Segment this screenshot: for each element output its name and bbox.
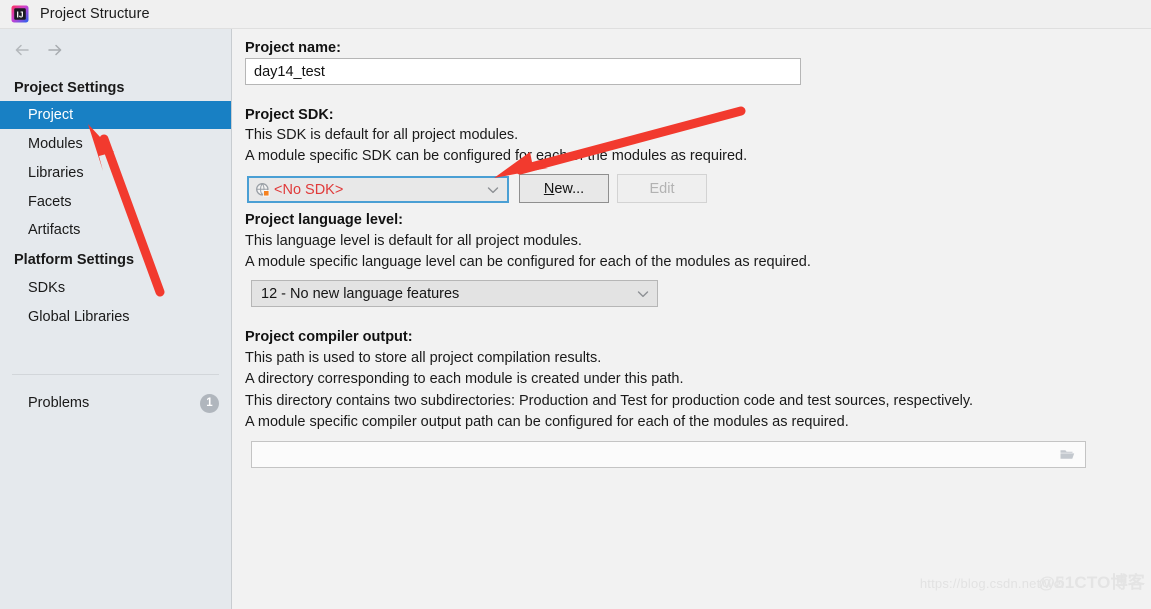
watermark: https://blog.csdn.net/wei@51CTO博客 (920, 568, 1145, 593)
chevron-down-icon[interactable] (485, 182, 501, 198)
compiler-output-desc-line4: A module specific compiler output path c… (245, 414, 849, 430)
sidebar-item-label: Project (28, 107, 74, 123)
project-structure-window: IJ Project Structure Project Settings Pr… (0, 0, 1151, 609)
new-sdk-button-label: New... (544, 181, 584, 197)
edit-sdk-button[interactable]: Edit (617, 174, 707, 203)
chevron-down-icon[interactable] (635, 286, 651, 302)
language-level-desc-line1: This language level is default for all p… (245, 233, 582, 249)
project-sdk-label: Project SDK: (245, 107, 334, 123)
language-level-label: Project language level: (245, 212, 403, 228)
edit-sdk-button-label: Edit (649, 180, 675, 197)
settings-sidebar: Project Settings Project Modules Librari… (0, 29, 232, 609)
sidebar-item-label: SDKs (28, 280, 66, 296)
compiler-output-desc-line2: A directory corresponding to each module… (245, 371, 684, 387)
sidebar-separator (12, 374, 219, 375)
sidebar-item-label: Artifacts (28, 222, 81, 238)
sidebar-item-global-libraries[interactable]: Global Libraries (0, 303, 231, 331)
folder-open-icon[interactable] (1059, 446, 1076, 463)
compiler-output-path-input[interactable] (251, 441, 1086, 468)
problems-label: Problems (28, 395, 90, 411)
sidebar-item-project[interactable]: Project (0, 101, 231, 129)
problems-count-badge: 1 (200, 393, 219, 413)
language-level-dropdown[interactable]: 12 - No new language features (251, 280, 658, 307)
language-level-selected-value: 12 - No new language features (261, 285, 460, 302)
compiler-output-label: Project compiler output: (245, 329, 413, 345)
project-name-label: Project name: (245, 40, 341, 56)
arrow-left-icon[interactable] (12, 40, 32, 60)
language-level-desc-line2: A module specific language level can be … (245, 254, 811, 270)
sidebar-item-facets[interactable]: Facets (0, 188, 231, 216)
compiler-output-desc-line3: This directory contains two subdirectori… (245, 393, 974, 409)
sidebar-item-label: Libraries (28, 165, 84, 181)
sidebar-item-problems[interactable]: Problems 1 (0, 389, 231, 417)
intellij-idea-logo-icon: IJ (11, 5, 29, 23)
sidebar-item-label: Facets (28, 194, 72, 210)
sidebar-item-artifacts[interactable]: Artifacts (0, 216, 231, 244)
title-bar: IJ Project Structure (0, 0, 1151, 29)
new-sdk-button[interactable]: New... (519, 174, 609, 203)
compiler-output-desc-line1: This path is used to store all project c… (245, 350, 602, 366)
navigation-arrows (12, 40, 65, 60)
project-sdk-desc-line2: A module specific SDK can be configured … (245, 148, 748, 164)
sidebar-item-modules[interactable]: Modules (0, 130, 231, 158)
arrow-right-icon[interactable] (45, 40, 65, 60)
sidebar-item-label: Global Libraries (28, 309, 130, 325)
project-sdk-desc-line1: This SDK is default for all project modu… (245, 127, 519, 143)
project-name-input[interactable]: day14_test (245, 58, 801, 85)
watermark-brand: @51CTO博客 (1038, 573, 1145, 592)
project-name-value: day14_test (254, 63, 325, 80)
new-sdk-rest: ew... (554, 180, 585, 197)
svg-text:IJ: IJ (17, 9, 24, 19)
new-sdk-mnemonic: N (543, 180, 555, 197)
sidebar-group-platform-settings-header: Platform Settings (14, 252, 135, 268)
sidebar-group-project-settings-header: Project Settings (14, 80, 125, 96)
project-sdk-selected-value: <No SDK> (274, 181, 344, 198)
sidebar-item-sdks[interactable]: SDKs (0, 274, 231, 302)
no-sdk-globe-icon (255, 182, 271, 198)
sidebar-item-libraries[interactable]: Libraries (0, 159, 231, 187)
sidebar-item-label: Modules (28, 136, 83, 152)
window-title: Project Structure (40, 6, 150, 22)
project-sdk-dropdown[interactable]: <No SDK> (247, 176, 509, 203)
project-settings-panel: Project name: day14_test Project SDK: Th… (233, 29, 1151, 609)
